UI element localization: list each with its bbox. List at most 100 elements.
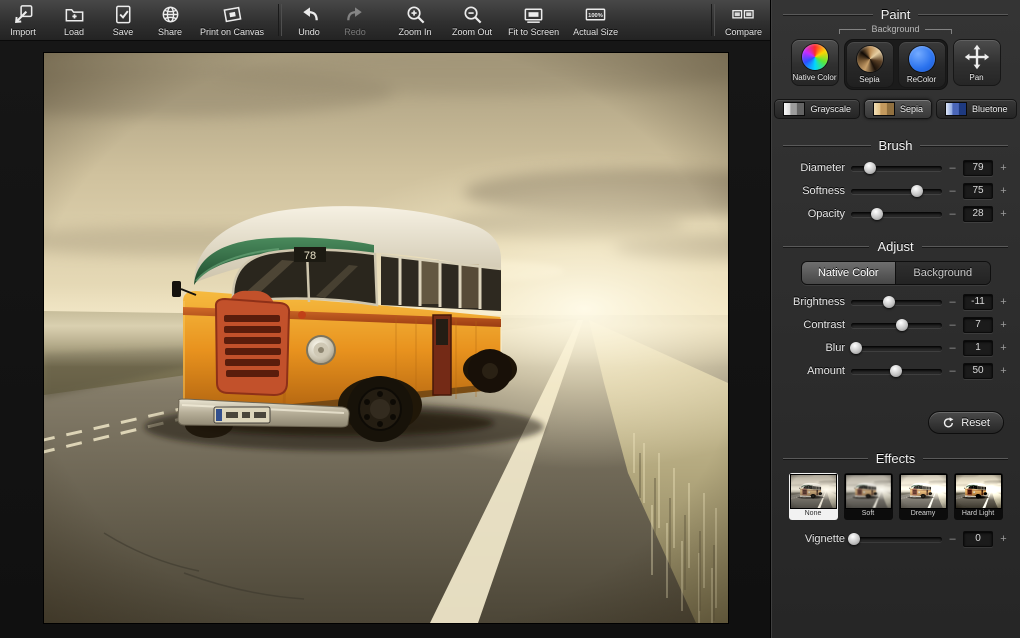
vignette-slider[interactable] [851, 537, 942, 542]
fit-to-screen-button[interactable]: Fit to Screen [508, 3, 559, 37]
native-color-wheel-icon [802, 44, 828, 70]
native-color-tool-button[interactable]: Native Color [791, 39, 839, 86]
minus-button[interactable]: – [948, 533, 957, 545]
import-icon [12, 3, 35, 26]
softness-value[interactable]: 75 [963, 183, 993, 199]
effect-soft[interactable]: Soft [844, 473, 893, 520]
background-group-label: Background [783, 25, 1008, 37]
undo-button[interactable]: Undo [292, 3, 326, 37]
plus-button[interactable]: + [999, 365, 1008, 377]
adjust-target-segmented-control: Native Color Background [801, 261, 991, 285]
plus-button[interactable]: + [999, 533, 1008, 545]
effect-hard-light[interactable]: Hard Light [954, 473, 1003, 520]
photo-canvas[interactable]: 78 [44, 53, 728, 623]
effects-title: Effects [876, 451, 916, 466]
photo-scene: 78 [44, 53, 728, 623]
sepia-tone-button[interactable]: Sepia [864, 99, 932, 119]
actual-size-button[interactable]: 100% Actual Size [573, 3, 618, 37]
reset-button[interactable]: Reset [928, 411, 1004, 434]
minus-button[interactable]: – [948, 162, 957, 174]
diameter-value[interactable]: 79 [963, 160, 993, 176]
slider-thumb[interactable] [883, 296, 895, 308]
share-button[interactable]: Share [153, 3, 187, 37]
zoom-out-button[interactable]: Zoom Out [452, 3, 492, 37]
effect-none[interactable]: None [789, 473, 838, 520]
slider-label: Opacity [783, 208, 845, 220]
slider-thumb[interactable] [850, 342, 862, 354]
share-globe-icon [159, 3, 182, 26]
minus-button[interactable]: – [948, 296, 957, 308]
print-on-canvas-button[interactable]: Print on Canvas [200, 3, 264, 37]
toolbar-divider [278, 4, 282, 36]
brightness-slider[interactable] [851, 300, 942, 305]
bluetone-tone-button[interactable]: Bluetone [936, 99, 1017, 119]
fit-screen-icon [522, 3, 545, 26]
plus-button[interactable]: + [999, 342, 1008, 354]
sepia-tool-button[interactable]: Sepia [846, 41, 894, 88]
recolor-tool-button[interactable]: ReColor [898, 41, 946, 88]
save-icon [112, 3, 135, 26]
opacity-value[interactable]: 28 [963, 206, 993, 222]
effect-thumbnail-preview [955, 474, 1002, 509]
compare-icon [730, 3, 756, 26]
tab-background[interactable]: Background [895, 262, 990, 284]
toolbar-item-label: Import [10, 27, 36, 37]
canvas-workspace: 78 [0, 41, 770, 638]
opacity-slider[interactable] [851, 212, 942, 217]
slider-thumb[interactable] [896, 319, 908, 331]
actual-size-icon-text: 100% [588, 13, 603, 19]
compare-button[interactable]: Compare [725, 3, 762, 37]
effect-thumbnail-preview [845, 474, 892, 509]
recolor-circle-icon [909, 46, 935, 72]
save-button[interactable]: Save [106, 3, 140, 37]
effects-thumbnails: None Soft Dreamy Hard Light [783, 473, 1008, 520]
blur-slider[interactable] [851, 346, 942, 351]
diameter-slider-row: Diameter – 79 + [783, 160, 1008, 176]
slider-label: Brightness [783, 296, 845, 308]
contrast-slider[interactable] [851, 323, 942, 328]
slider-thumb[interactable] [871, 208, 883, 220]
toolbar-item-label: Save [113, 27, 134, 37]
adjust-title: Adjust [877, 239, 913, 254]
plus-button[interactable]: + [999, 296, 1008, 308]
grayscale-tone-button[interactable]: Grayscale [774, 99, 860, 119]
plus-button[interactable]: + [999, 185, 1008, 197]
slider-label: Diameter [783, 162, 845, 174]
effect-dreamy[interactable]: Dreamy [899, 473, 948, 520]
minus-button[interactable]: – [948, 365, 957, 377]
plus-button[interactable]: + [999, 319, 1008, 331]
brightness-value[interactable]: -11 [963, 294, 993, 310]
slider-thumb[interactable] [890, 365, 902, 377]
diameter-slider[interactable] [851, 166, 942, 171]
redo-button[interactable]: Redo [338, 3, 372, 37]
grayscale-swatch-icon [783, 102, 805, 116]
toolbar-item-label: Zoom Out [452, 27, 492, 37]
slider-thumb[interactable] [864, 162, 876, 174]
minus-button[interactable]: – [948, 342, 957, 354]
amount-slider[interactable] [851, 369, 942, 374]
contrast-slider-row: Contrast – 7 + [783, 317, 1008, 333]
actual-size-icon: 100% [584, 3, 607, 26]
plus-button[interactable]: + [999, 208, 1008, 220]
zoom-in-button[interactable]: Zoom In [398, 3, 432, 37]
slider-thumb[interactable] [848, 533, 860, 545]
import-button[interactable]: Import [6, 3, 40, 37]
tab-native-color[interactable]: Native Color [802, 262, 896, 284]
blur-slider-row: Blur – 1 + [783, 340, 1008, 356]
plus-button[interactable]: + [999, 162, 1008, 174]
minus-button[interactable]: – [948, 208, 957, 220]
blur-value[interactable]: 1 [963, 340, 993, 356]
contrast-value[interactable]: 7 [963, 317, 993, 333]
vignette-value[interactable]: 0 [963, 531, 993, 547]
undo-icon [298, 3, 321, 26]
opacity-slider-row: Opacity – 28 + [783, 206, 1008, 222]
minus-button[interactable]: – [948, 319, 957, 331]
softness-slider[interactable] [851, 189, 942, 194]
slider-label: Contrast [783, 319, 845, 331]
amount-value[interactable]: 50 [963, 363, 993, 379]
minus-button[interactable]: – [948, 185, 957, 197]
effect-thumbnail-preview [900, 474, 947, 509]
pan-tool-button[interactable]: Pan [953, 39, 1001, 86]
slider-thumb[interactable] [911, 185, 923, 197]
load-button[interactable]: Load [57, 3, 91, 37]
